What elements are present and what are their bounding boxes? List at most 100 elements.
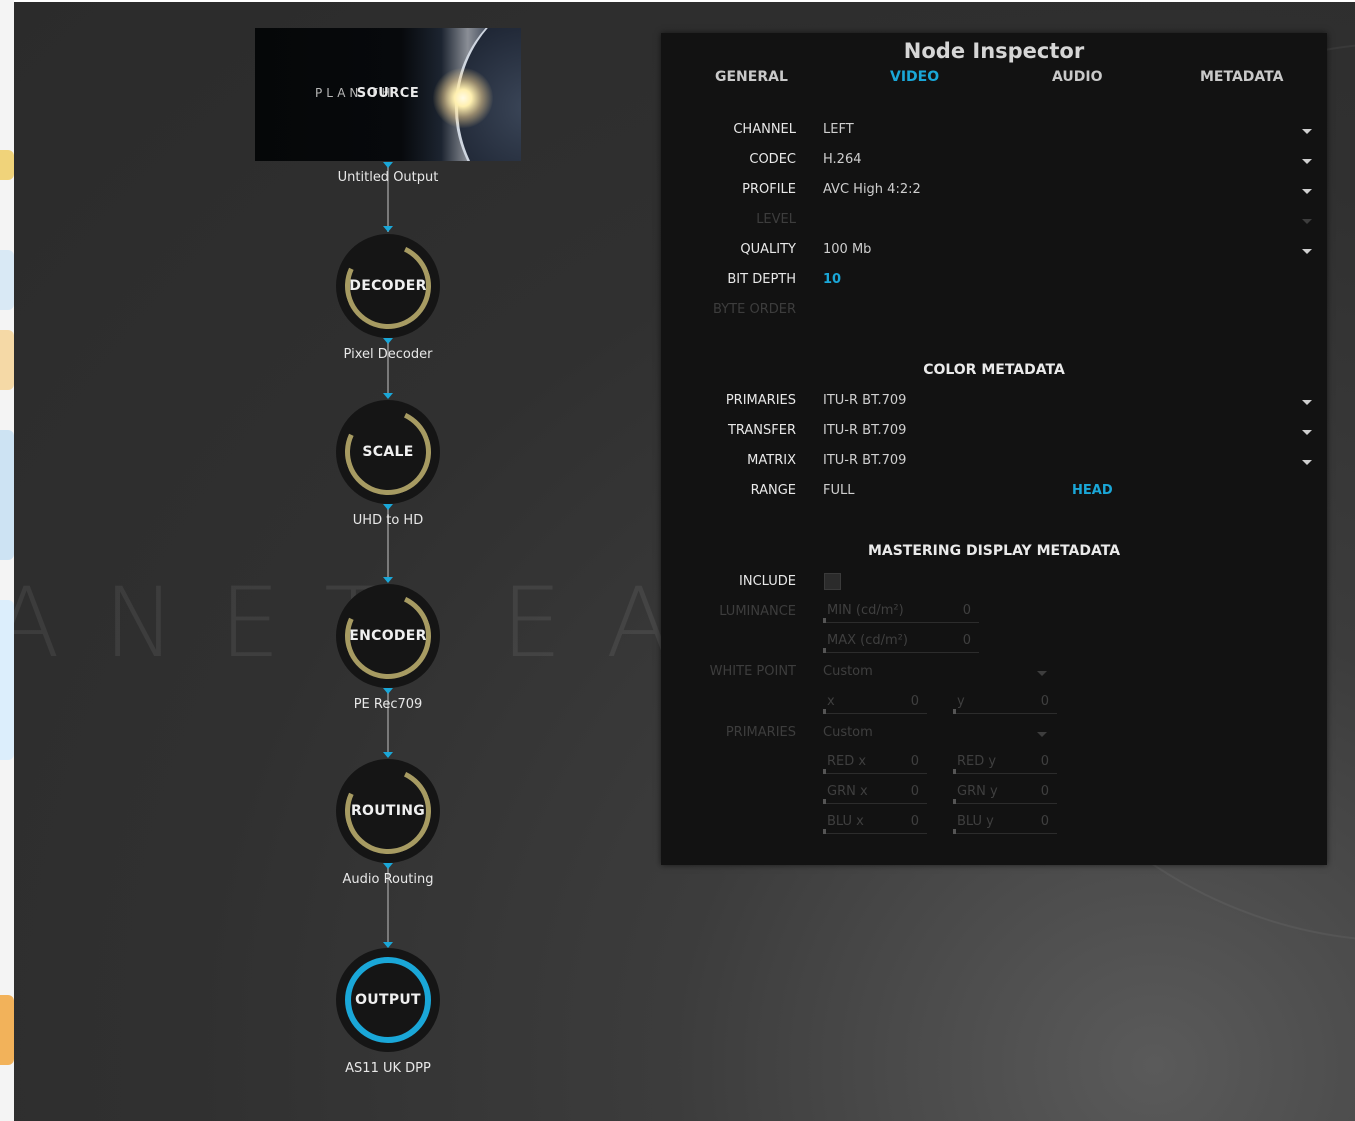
max-luminance-field[interactable]: MAX (cd/m²) 0 [823,631,979,653]
field-value: 0 [910,754,919,769]
field-value: 0 [1040,754,1049,769]
caret-down-icon[interactable] [1302,159,1312,164]
caret-down-icon[interactable] [1302,129,1312,134]
field-value: 0 [962,633,971,648]
blu-y-field[interactable]: BLU y 0 [953,812,1057,834]
white-point-select[interactable]: Custom [823,664,873,679]
routing-node[interactable]: ROUTING [332,755,444,867]
port-arrow-icon[interactable] [383,226,393,232]
field-label: GRN y [957,784,998,799]
profile-select[interactable]: AVC High 4:2:2 [823,182,921,197]
caret-down-icon[interactable] [1037,671,1047,676]
white-point-y-field[interactable]: y 0 [953,692,1057,714]
field-tick [953,799,956,804]
transfer-label: TRANSFER [727,423,796,438]
tab-video[interactable]: VIDEO [890,69,939,85]
scale-node-title: SCALE [362,444,414,460]
profile-label: PROFILE [742,182,796,197]
primaries-label: PRIMARIES [725,393,796,408]
caret-down-icon[interactable] [1302,189,1312,194]
tab-general[interactable]: GENERAL [715,69,788,85]
decoder-node-title: DECODER [349,278,427,294]
port-arrow-icon[interactable] [383,504,393,510]
field-label: x [827,694,835,709]
field-label: y [957,694,965,709]
port-arrow-icon[interactable] [383,393,393,399]
inspector-title: Node Inspector [903,39,1085,63]
field-tick [823,709,826,714]
decoder-node[interactable]: DECODER [332,230,444,342]
range-label: RANGE [750,483,796,498]
include-checkbox[interactable] [824,573,841,590]
port-arrow-icon[interactable] [383,752,393,758]
scale-node-label: UHD to HD [352,513,424,528]
background-window-edge [0,0,14,1121]
level-label: LEVEL [756,212,796,227]
range-value[interactable]: FULL [823,483,854,498]
matrix-label: MATRIX [747,453,796,468]
bit-depth-label: BIT DEPTH [727,272,796,287]
encoder-node-label: PE Rec709 [353,697,423,712]
encoder-node[interactable]: ENCODER [332,580,444,692]
bit-depth-value[interactable]: 10 [823,272,841,287]
channel-label: CHANNEL [733,122,796,137]
caret-down-icon[interactable] [1302,460,1312,465]
grn-x-field[interactable]: GRN x 0 [823,782,927,804]
node-inspector-panel: Node Inspector GENERAL VIDEO AUDIO METAD… [661,33,1327,865]
red-y-field[interactable]: RED y 0 [953,752,1057,774]
source-node-title: SOURCE [356,86,420,101]
tab-audio[interactable]: AUDIO [1052,69,1103,85]
field-tick [823,769,826,774]
caret-down-icon[interactable] [1302,400,1312,405]
output-node-title: OUTPUT [355,992,421,1008]
output-node-label: AS11 UK DPP [345,1061,431,1076]
quality-label: QUALITY [740,242,796,257]
caret-down-icon[interactable] [1302,430,1312,435]
quality-select[interactable]: 100 Mb [823,242,871,257]
encoder-node-title: ENCODER [349,628,427,644]
field-tick [823,829,826,834]
field-label: MAX (cd/m²) [827,633,908,648]
port-arrow-icon[interactable] [383,688,393,694]
field-label: RED y [957,754,997,769]
grn-y-field[interactable]: GRN y 0 [953,782,1057,804]
caret-down-icon[interactable] [1302,249,1312,254]
field-label: GRN x [827,784,868,799]
output-node[interactable]: OUTPUT [336,948,440,1052]
blu-x-field[interactable]: BLU x 0 [823,812,927,834]
tab-metadata[interactable]: METADATA [1200,69,1283,85]
scale-node[interactable]: SCALE [332,396,444,508]
min-luminance-field[interactable]: MIN (cd/m²) 0 [823,601,979,623]
transfer-select[interactable]: ITU-R BT.709 [823,423,906,438]
port-arrow-icon[interactable] [383,338,393,344]
field-tick [953,709,956,714]
field-tick [823,648,826,653]
field-value: 0 [910,694,919,709]
node-graph-canvas[interactable]: ANET EART PLAN TH SOURCE Untitled Output… [14,2,1355,1121]
white-point-label: WHITE POINT [709,664,796,679]
red-x-field[interactable]: RED x 0 [823,752,927,774]
field-label: BLU y [957,814,994,829]
mastering-metadata-title: MASTERING DISPLAY METADATA [867,543,1121,559]
channel-select[interactable]: LEFT [823,122,854,137]
white-point-x-field[interactable]: x 0 [823,692,927,714]
matrix-select[interactable]: ITU-R BT.709 [823,453,906,468]
port-arrow-icon[interactable] [383,577,393,583]
codec-label: CODEC [749,152,796,167]
primaries-select[interactable]: ITU-R BT.709 [823,393,906,408]
field-label: RED x [827,754,867,769]
caret-down-icon[interactable] [1037,732,1047,737]
head-link[interactable]: HEAD [1072,483,1113,498]
color-metadata-title: COLOR METADATA [923,362,1065,378]
luminance-label: LUMINANCE [719,604,796,619]
field-label: MIN (cd/m²) [827,603,904,618]
source-node-thumbnail[interactable]: PLAN TH SOURCE [255,28,521,161]
codec-select[interactable]: H.264 [823,152,862,167]
field-value: 0 [910,784,919,799]
port-arrow-icon[interactable] [383,162,393,168]
mastering-primaries-label: PRIMARIES [725,725,796,740]
include-label: INCLUDE [739,574,796,589]
field-value: 0 [910,814,919,829]
port-arrow-icon[interactable] [383,863,393,869]
mastering-primaries-select[interactable]: Custom [823,725,873,740]
